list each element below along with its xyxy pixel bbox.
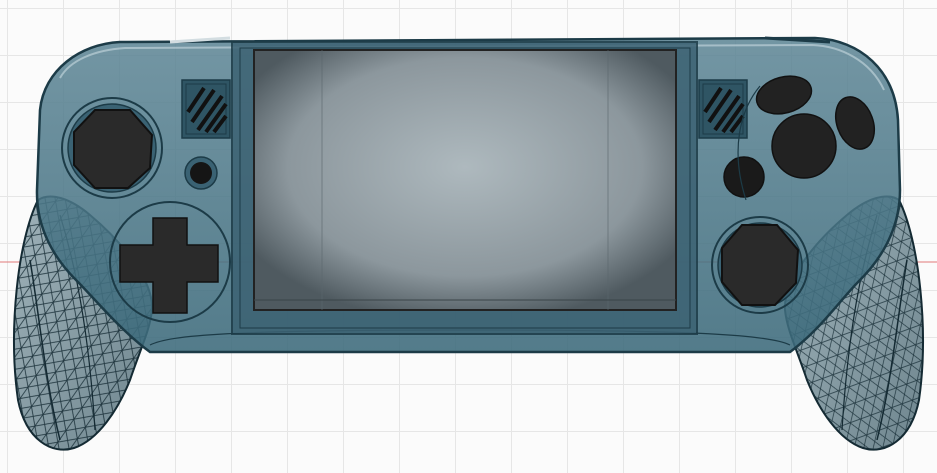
octagon-stick-icon	[73, 109, 154, 189]
octagon-stick-icon	[721, 224, 800, 306]
handheld-console-model[interactable]	[0, 0, 937, 473]
face-button-center[interactable]	[771, 113, 837, 179]
display-screen[interactable]	[253, 49, 677, 311]
left-analog-stick[interactable]	[61, 97, 163, 199]
cad-viewport[interactable]	[0, 0, 937, 473]
face-button-left[interactable]	[723, 156, 765, 198]
right-analog-stick[interactable]	[711, 216, 809, 314]
dpad[interactable]	[109, 201, 231, 323]
left-small-button[interactable]	[184, 156, 218, 190]
speaker-grille-left-icon	[181, 79, 231, 139]
